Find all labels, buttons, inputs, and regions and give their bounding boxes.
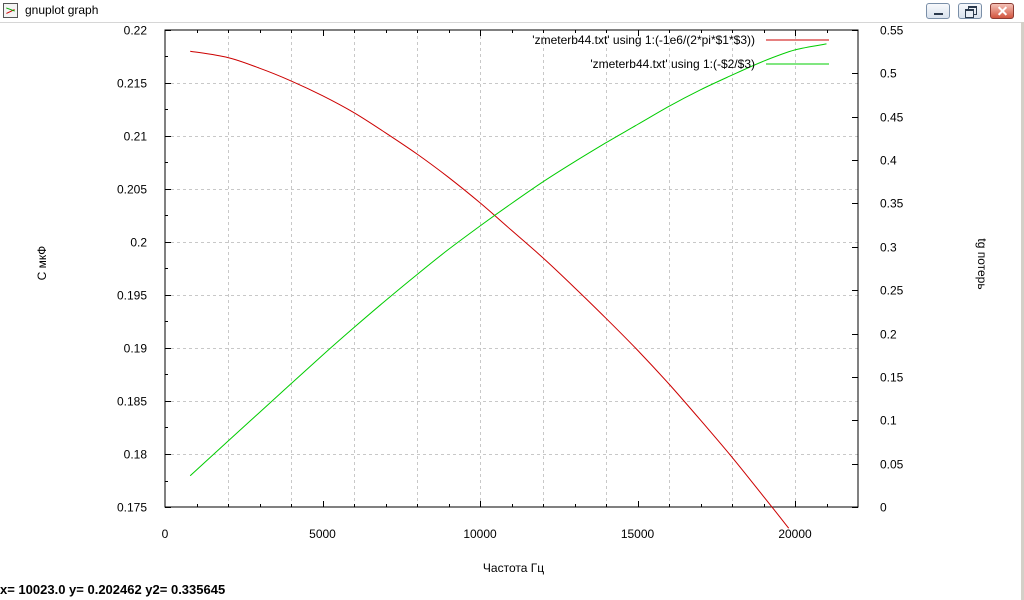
x-axis-label: Частота Гц: [483, 561, 544, 575]
y-tick-label: 0.195: [117, 289, 147, 303]
y-axis-label: С мкФ: [35, 246, 49, 281]
y2-tick-label: 0.2: [880, 328, 897, 342]
y-tick-label: 0.18: [124, 448, 148, 462]
y2-axis-label: tg потерь: [975, 238, 989, 289]
legend: 'zmeterb44.txt' using 1:(-1e6/(2*pi*$1*$…: [532, 33, 829, 71]
maximize-icon[interactable]: [958, 3, 982, 19]
y2-tick-label: 0.25: [880, 284, 904, 298]
series-layer: [189, 43, 827, 529]
legend-label-2: 'zmeterb44.txt' using 1:(-$2/$3): [590, 57, 755, 71]
chart-canvas[interactable]: 0 5000 10000 15000 20000 0.175 0.18 0.185 0.19 0.…: [0, 22, 1020, 578]
y-tick-label: 0.205: [117, 183, 147, 197]
plot-border: [164, 29, 859, 508]
minimize-icon[interactable]: [926, 3, 950, 19]
title-bar: gnuplot graph: [0, 0, 1024, 23]
y2-tick-label: 0.55: [880, 24, 904, 38]
axis-ticks: [165, 30, 858, 508]
y2-tick-label: 0.1: [880, 414, 897, 428]
y-tick-label: 0.215: [117, 77, 147, 91]
y-tick-label: 0.22: [124, 24, 148, 38]
y2-tick-label: 0.3: [880, 241, 897, 255]
y-tick-label: 0.175: [117, 501, 147, 515]
series-line-1: [190, 50, 790, 529]
x-tick-label: 10000: [463, 527, 497, 541]
x-tick-label: 5000: [309, 527, 336, 541]
y-tick-label: 0.185: [117, 395, 147, 409]
tick-labels: 0 5000 10000 15000 20000 0.175 0.18 0.185 0.19 0.…: [117, 24, 904, 542]
y-tick-label: 0.19: [124, 342, 148, 356]
y2-tick-label: 0.05: [880, 458, 904, 472]
gnuplot-app-icon[interactable]: [3, 3, 18, 18]
y2-tick-label: 0.4: [880, 154, 897, 168]
y2-tick-label: 0.15: [880, 371, 904, 385]
x-tick-label: 20000: [778, 527, 812, 541]
x-tick-label: 15000: [621, 527, 655, 541]
y-tick-label: 0.21: [124, 130, 148, 144]
legend-label-1: 'zmeterb44.txt' using 1:(-1e6/(2*pi*$1*$…: [532, 33, 755, 47]
close-icon[interactable]: [990, 3, 1014, 19]
x-tick-label: 0: [162, 527, 169, 541]
window-title: gnuplot graph: [25, 3, 99, 17]
y2-tick-label: 0: [880, 501, 887, 515]
mouse-coordinate-readout: x= 10023.0 y= 0.202462 y2= 0.335645: [0, 582, 226, 597]
grid: [165, 30, 858, 507]
y2-tick-label: 0.45: [880, 111, 904, 125]
y2-tick-label: 0.5: [880, 67, 897, 81]
y-tick-label: 0.2: [130, 236, 147, 250]
y2-tick-label: 0.35: [880, 197, 904, 211]
series-line-2: [189, 43, 827, 477]
